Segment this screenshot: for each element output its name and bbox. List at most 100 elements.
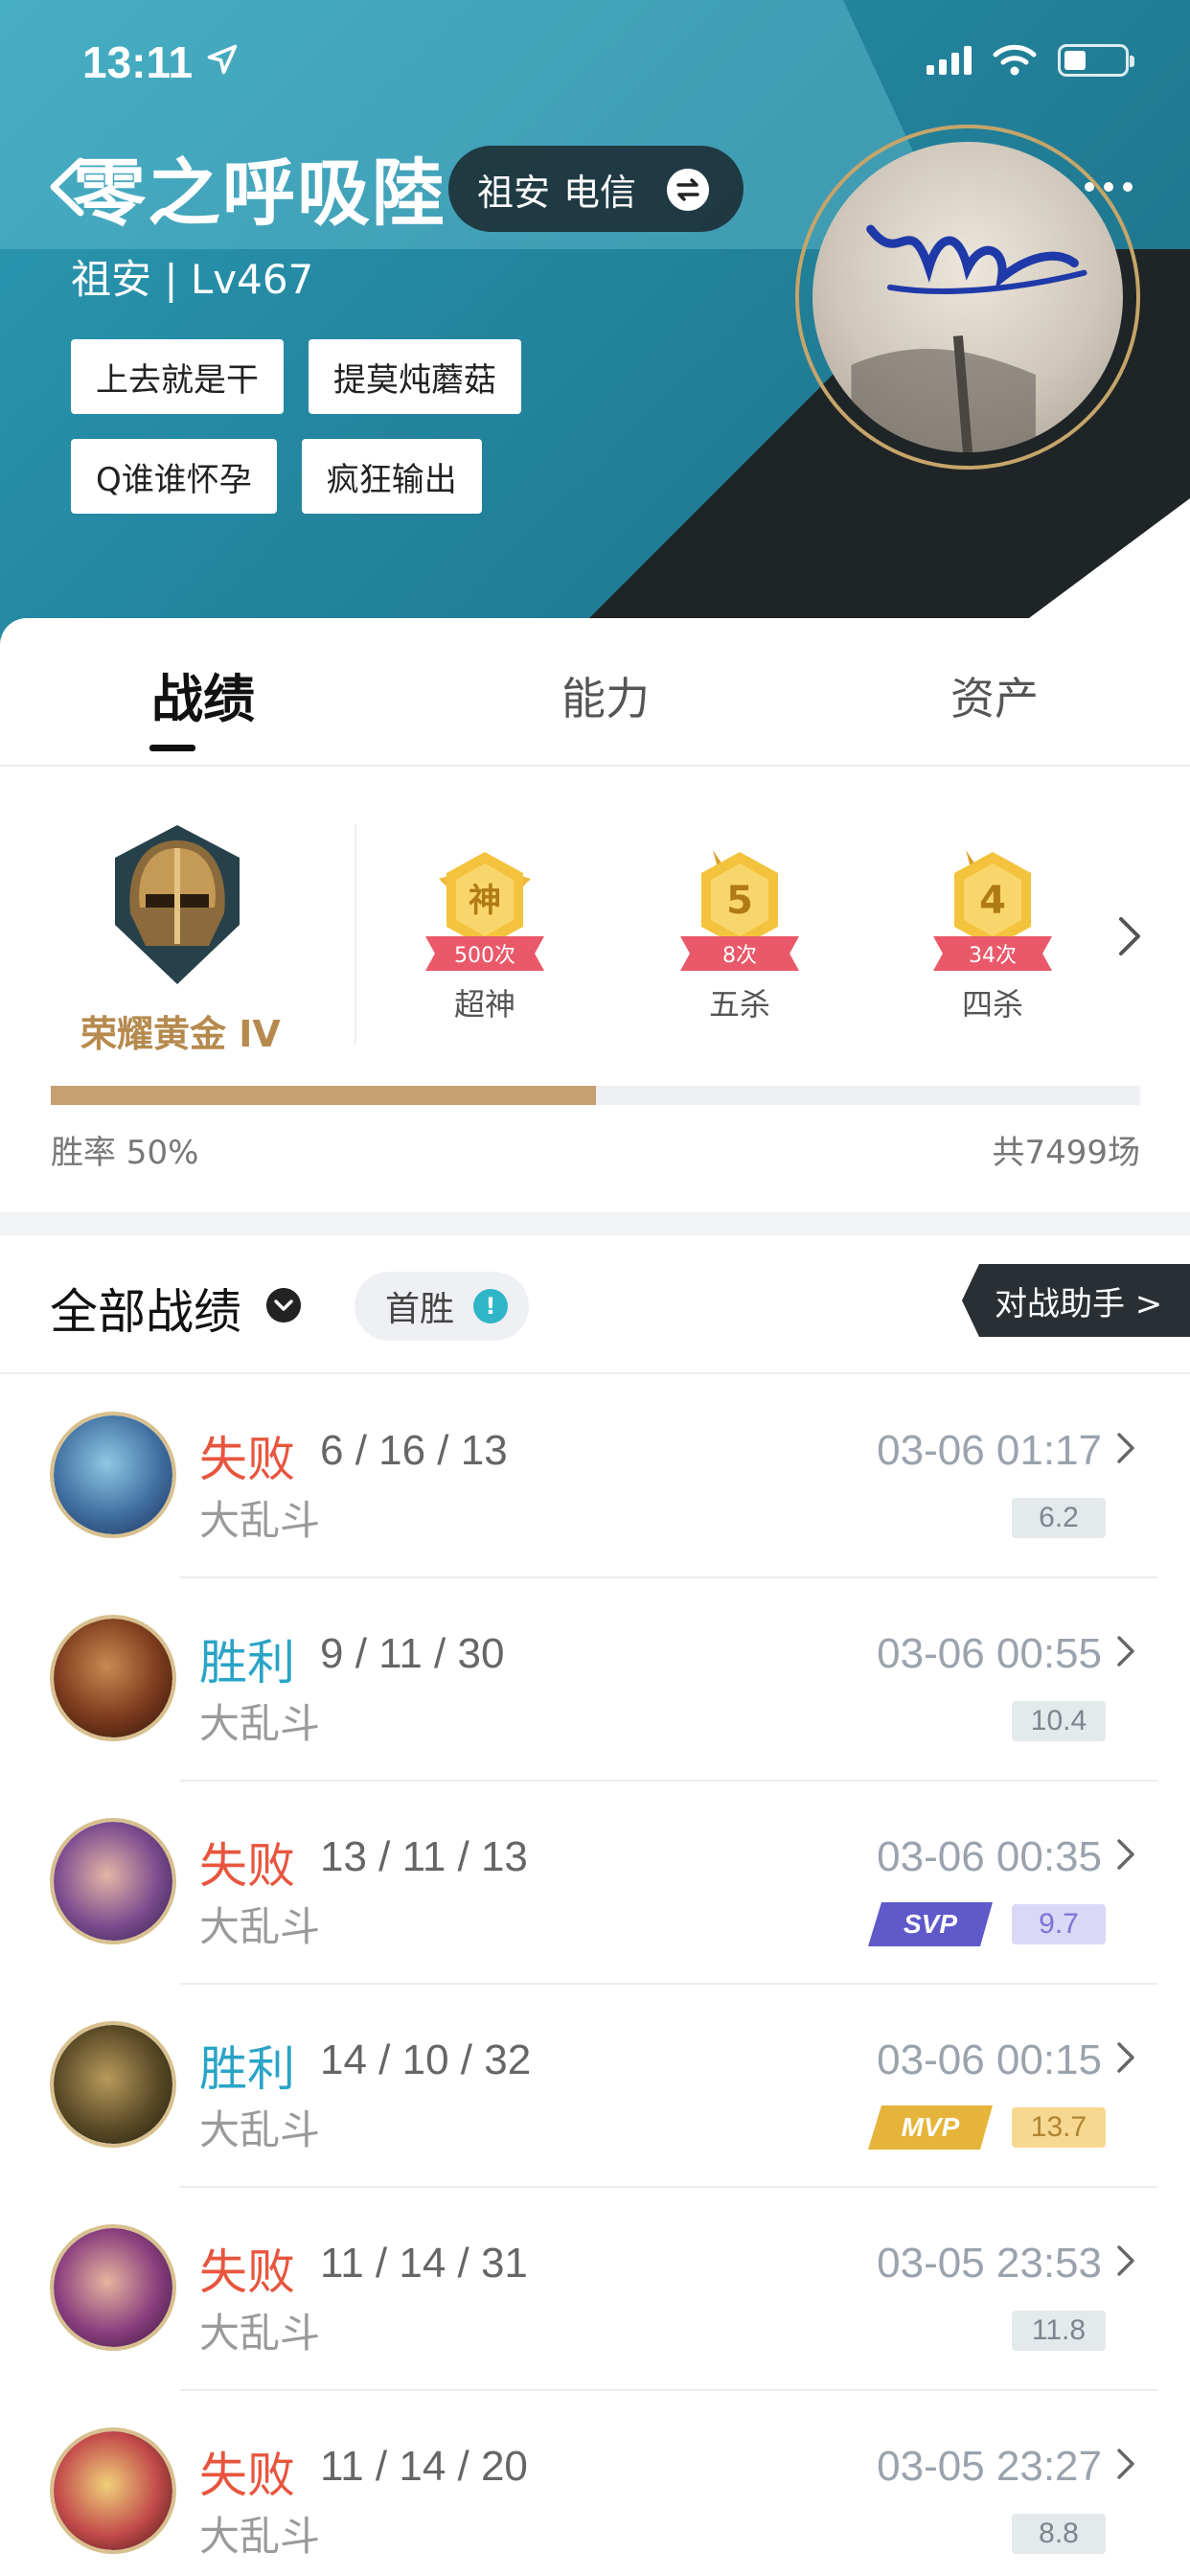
match-result: 胜利 [199,2041,295,2097]
match-time: 03-06 00:15 [877,2036,1102,2083]
player-avatar[interactable] [795,125,1140,470]
tab-bar: 战绩 能力 资产 [0,618,1190,767]
first-win-label: 首胜 [385,1290,455,1329]
section-separator [0,1212,1190,1235]
match-score: 13.7 [1012,2107,1106,2148]
match-filter-dropdown[interactable]: 全部战绩 [50,1274,241,1343]
honor-label: 五杀 [708,986,770,1023]
match-badge: MVP [868,2105,993,2150]
match-mode: 大乱斗 [199,1497,321,1544]
chevron-right-icon [1117,1636,1134,1667]
hero-avatar [50,1615,176,1741]
honor-count: 500次 [425,936,544,971]
honor-icon-text: 5 [726,879,753,923]
hero-avatar [50,2224,176,2351]
tab-active-indicator [149,745,195,751]
chevron-down-icon[interactable] [266,1288,301,1322]
match-time: 03-06 01:17 [877,1427,1102,1474]
match-time: 03-05 23:27 [877,2443,1102,2490]
cellular-signal-icon [927,46,972,75]
swap-icon [667,169,709,211]
tab-record[interactable]: 战绩 [151,656,255,732]
honor-count: 8次 [680,936,799,971]
match-score: 6.2 [1012,1498,1106,1538]
player-tag: 疯狂输出 [301,439,482,514]
match-kda: 11 / 14 / 20 [320,2443,528,2490]
match-kda: 6 / 16 / 13 [320,1427,508,1474]
hero-avatar [50,1412,176,1538]
match-time: 03-06 00:35 [877,1833,1102,1880]
match-kda: 9 / 11 / 30 [320,1630,505,1677]
honor-godlike[interactable]: 神 500次 超神 [418,837,552,1023]
hero-avatar [50,2427,176,2554]
chevron-right-icon [1117,1839,1134,1870]
honor-label: 四杀 [961,986,1023,1023]
match-row[interactable]: 胜利 9 / 11 / 30 大乱斗 03-06 00:55 10.4 [0,1578,1190,1782]
honors-more-chevron-icon[interactable] [1115,915,1144,957]
honor-pentakill[interactable]: 5 8次 五杀 [673,837,807,1023]
pentakill-medal-icon: 5 [701,850,778,948]
player-tag: 上去就是干 [71,339,284,414]
chevron-right-icon [1117,1433,1134,1463]
player-tags: 上去就是干 提莫炖蘑菇 Q谁谁怀孕 疯狂输出 [71,339,569,514]
server-carrier: 电信 [563,171,637,214]
match-time: 03-05 23:53 [877,2240,1102,2287]
chevron-right-icon [1117,2449,1134,2479]
content-card: 战绩 能力 资产 荣耀黄金 IV 神 500次 超神 5 8次 五杀 4 34次… [0,618,1190,2576]
match-result: 失败 [199,1838,295,1894]
match-kda: 11 / 14 / 31 [320,2240,528,2287]
match-mode: 大乱斗 [199,2310,321,2357]
avatar-signature-icon [851,224,1087,452]
server-switch-button[interactable]: 祖安 电信 [448,146,744,232]
battery-icon [1058,44,1134,77]
match-row[interactable]: 胜利 14 / 10 / 32 大乱斗 03-06 00:15 MVP 13.7 [0,1985,1190,2188]
total-games: 共7499场 [992,1134,1140,1172]
match-row[interactable]: 失败 13 / 11 / 13 大乱斗 03-06 00:35 SVP 9.7 [0,1782,1190,1985]
rank-emblem-icon[interactable] [96,819,259,992]
location-arrow-icon [207,44,238,75]
match-result: 失败 [199,2244,295,2300]
match-score: 8.8 [1012,2514,1106,2554]
honor-label: 超神 [453,986,515,1023]
battle-assistant-button[interactable]: 对战助手 > [962,1264,1190,1337]
match-score: 11.8 [1012,2311,1106,2351]
tab-ability[interactable]: 能力 [561,664,650,727]
hero-avatar [50,1818,176,1944]
godlike-medal-icon: 神 [439,852,531,948]
win-rate-bar [51,1086,1140,1105]
profile-header: 13:11 零之呼吸陸 祖安 电信 祖安 | Lv467 上去就是干 提莫炖蘑菇… [0,0,1190,671]
status-bar: 13:11 [0,0,1190,125]
match-score: 9.7 [1012,1904,1106,1944]
match-row[interactable]: 失败 6 / 16 / 13 大乱斗 03-06 01:17 6.2 [0,1375,1190,1578]
first-win-button[interactable]: 首胜 ! [355,1272,529,1341]
filter-row: 全部战绩 首胜 ! 对战助手 > [0,1235,1190,1374]
chevron-right-icon [1117,2042,1134,2073]
win-rate-text: 胜率 50% [51,1134,199,1172]
match-mode: 大乱斗 [199,1903,321,1950]
status-icons [927,44,1134,77]
match-result: 失败 [199,2448,295,2503]
honor-quadrakill[interactable]: 4 34次 四杀 [926,837,1060,1023]
match-row[interactable]: 失败 11 / 14 / 31 大乱斗 03-05 23:53 11.8 [0,2188,1190,2391]
match-badge: SVP [868,1902,993,1946]
match-row[interactable]: 失败 11 / 14 / 20 大乱斗 03-05 23:27 8.8 [0,2391,1190,2576]
player-level: 祖安 | Lv467 [71,256,314,303]
tab-assets[interactable]: 资产 [950,664,1039,727]
match-result: 失败 [199,1432,295,1487]
match-kda: 14 / 10 / 32 [320,2036,532,2083]
match-kda: 13 / 11 / 13 [320,1833,528,1880]
wifi-icon [993,44,1037,76]
info-icon: ! [473,1289,508,1323]
match-history-screen: 13:11 零之呼吸陸 祖安 电信 祖安 | Lv467 上去就是干 提莫炖蘑菇… [0,0,1190,2576]
win-rate-fill [51,1086,596,1105]
chevron-right-icon [1117,2245,1134,2276]
honor-icon-text: 4 [979,879,1006,923]
player-tag: 提莫炖蘑菇 [309,339,521,414]
player-tag: Q谁谁怀孕 [71,439,277,514]
match-mode: 大乱斗 [199,2513,321,2560]
match-score: 10.4 [1012,1701,1106,1741]
server-region: 祖安 [477,171,551,214]
rank-name: 荣耀黄金 IV [80,1013,281,1055]
match-mode: 大乱斗 [199,1700,321,1747]
quadrakill-medal-icon: 4 [954,850,1031,948]
